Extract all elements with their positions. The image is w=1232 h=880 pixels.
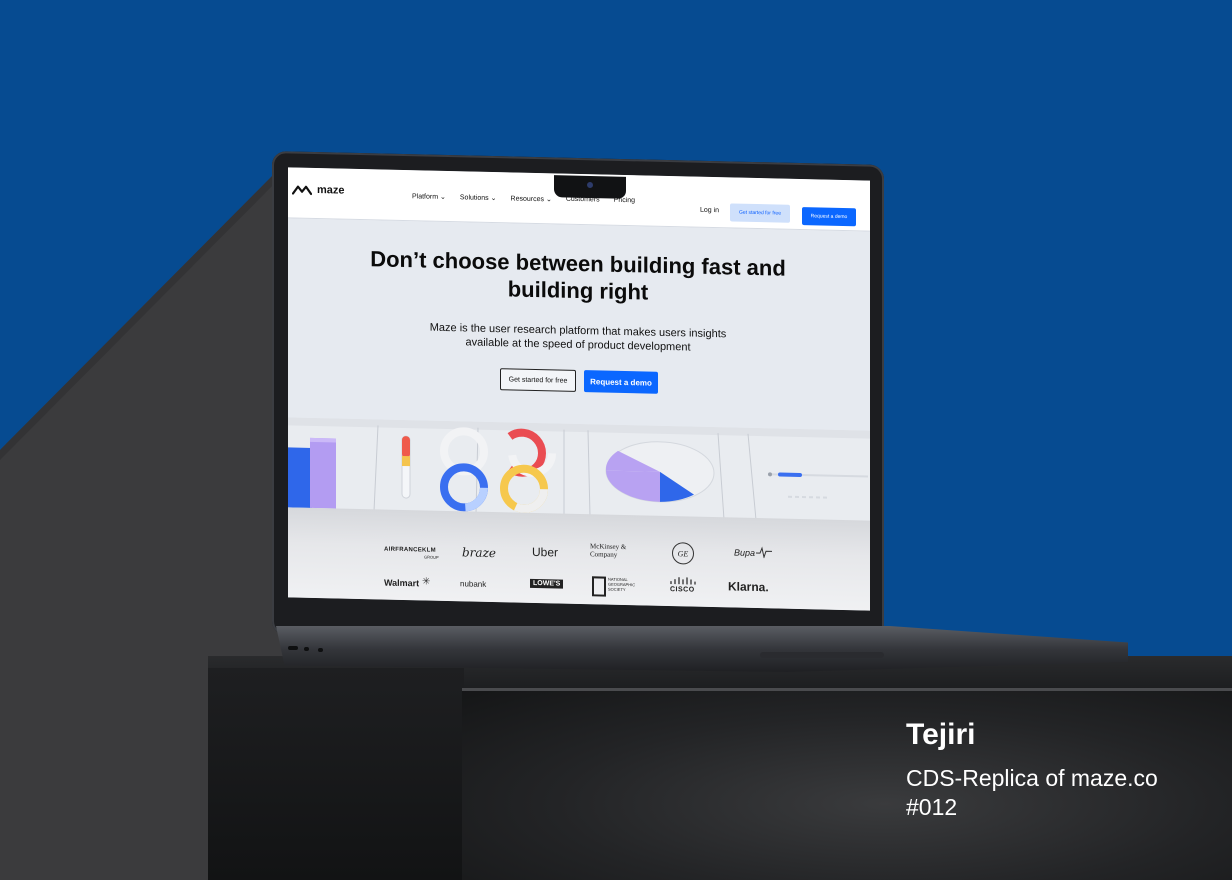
hero-title: Don’t choose between building fast and b…	[370, 246, 786, 305]
brand-cisco: CISCO	[670, 586, 695, 594]
brand-lowes: LOWE'S	[530, 578, 564, 589]
logo-text: maze	[317, 184, 345, 197]
trackpad-edge	[760, 652, 884, 658]
camera-notch	[554, 175, 626, 199]
brand-airfranceklm: AIRFRANCEKLM	[384, 546, 436, 554]
brand-mckinsey: McKinsey & Company	[590, 542, 627, 559]
camera-icon	[587, 181, 593, 189]
cisco-bars-icon	[670, 577, 696, 585]
login-link[interactable]: Log in	[700, 207, 719, 214]
caption-author: Tejiri	[906, 718, 976, 751]
hero-get-started-button[interactable]: Get started for free	[500, 368, 576, 392]
pedestal-left-face	[208, 668, 464, 880]
walmart-spark-icon: ✳	[422, 576, 431, 588]
nav-resources[interactable]: Resources ⌄	[511, 194, 552, 203]
usb-port-3	[318, 648, 323, 652]
get-started-button[interactable]: Get started for free	[730, 203, 790, 223]
request-demo-button[interactable]: Request a demo	[802, 207, 856, 227]
maze-logo[interactable]: maze	[292, 183, 345, 197]
brand-ge: GE	[672, 542, 694, 565]
chevron-down-icon: ⌄	[545, 196, 552, 204]
customer-logos: AIRFRANCEKLM GROUP braze Uber McKinsey &…	[288, 507, 870, 611]
brand-nubank: nubank	[460, 579, 487, 589]
brand-natgeo: NATIONAL GEOGRAPHIC SOCIETY	[608, 576, 636, 593]
usb-port-1	[288, 646, 298, 650]
brand-klarna: Klarna.	[728, 579, 769, 595]
laptop-screen: maze Platform ⌄ Solutions ⌄ Resources ⌄ …	[288, 167, 870, 611]
hero-request-demo-button[interactable]: Request a demo	[584, 370, 658, 394]
caption-title: CDS-Replica of maze.co	[906, 765, 1158, 791]
chevron-down-icon: ⌄	[440, 193, 446, 201]
brand-uber: Uber	[532, 544, 559, 560]
usb-port-2	[304, 647, 309, 651]
hero-subtitle: Maze is the user research platform that …	[429, 321, 727, 354]
maze-logo-icon	[292, 185, 312, 196]
bar-blocks	[288, 437, 336, 509]
nav-platform[interactable]: Platform ⌄	[412, 192, 446, 201]
brand-braze: braze	[462, 545, 496, 561]
brand-walmart: Walmart	[384, 577, 420, 589]
nav-solutions[interactable]: Solutions ⌄	[460, 193, 497, 202]
brand-bupa: Bupa	[734, 547, 756, 558]
caption-number: #012	[906, 794, 958, 820]
bupa-heartbeat-icon	[756, 546, 772, 559]
brand-airfranceklm-group: GROUP	[424, 554, 439, 560]
natgeo-frame-icon	[592, 576, 606, 597]
pedestal-edge	[462, 688, 1232, 691]
chevron-down-icon: ⌄	[490, 194, 497, 203]
